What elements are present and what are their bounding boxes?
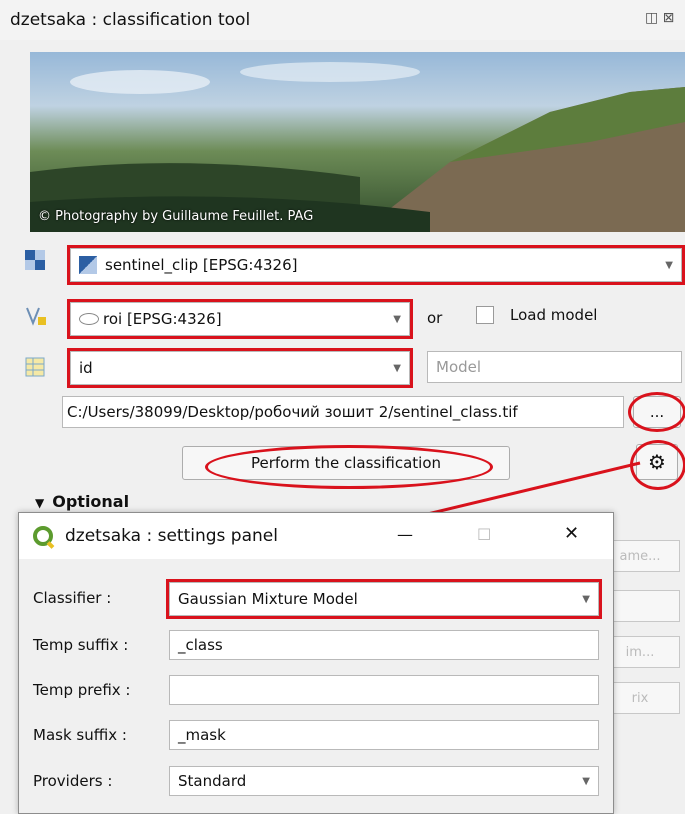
table-icon: [25, 357, 45, 377]
temp-suffix-label: Temp suffix :: [33, 636, 129, 654]
or-label: or: [427, 309, 443, 327]
chevron-down-icon: ▼: [582, 593, 590, 605]
classifier-label: Classifier :: [33, 589, 112, 607]
expand-arrow-icon: ▼: [35, 496, 45, 510]
chevron-down-icon: ▼: [582, 775, 590, 787]
mask-suffix-value: _mask: [178, 726, 226, 744]
banner-photo: © Photography by Guillaume Feuillet. PAG: [30, 52, 685, 232]
photo-credit: © Photography by Guillaume Feuillet. PAG: [38, 209, 314, 224]
vector-layer-icon: [25, 305, 47, 327]
chevron-down-icon: ▼: [665, 259, 673, 271]
qgis-logo-icon: [33, 526, 53, 546]
model-placeholder: Model: [436, 358, 482, 376]
output-path-value: C:/Users/38099/Desktop/робочий зошит 2/s…: [67, 403, 518, 421]
mask-suffix-row: Mask suffix : _mask: [19, 715, 613, 755]
settings-dialog: dzetsaka : settings panel — ☐ ✕ Classifi…: [18, 512, 614, 814]
providers-combo[interactable]: Standard ▼: [169, 766, 599, 796]
temp-suffix-input[interactable]: _class: [169, 630, 599, 660]
polygon-icon: [79, 313, 99, 325]
temp-suffix-value: _class: [178, 636, 223, 654]
dock-controls-icon[interactable]: ◫ ⊠: [645, 10, 674, 26]
temp-prefix-label: Temp prefix :: [33, 681, 131, 699]
optional-section-header[interactable]: ▼ Optional: [35, 492, 129, 511]
mask-suffix-label: Mask suffix :: [33, 726, 127, 744]
chevron-down-icon: ▼: [393, 313, 401, 325]
providers-value: Standard: [178, 772, 247, 790]
field-value: id: [79, 359, 93, 377]
dialog-title: dzetsaka : settings panel: [65, 526, 278, 546]
providers-label: Providers :: [33, 772, 113, 790]
roi-layer-combo[interactable]: roi [EPSG:4326] ▼: [67, 299, 413, 339]
optional-label: Optional: [52, 492, 130, 511]
classifier-combo[interactable]: Gaussian Mixture Model ▼: [166, 579, 602, 619]
load-model-label[interactable]: Load model: [510, 306, 597, 324]
landscape-illustration: [30, 62, 685, 232]
roi-layer-value: roi [EPSG:4326]: [103, 310, 222, 328]
raster-layer-value: sentinel_clip [EPSG:4326]: [105, 256, 298, 274]
browse-highlight: [628, 392, 685, 432]
providers-row: Providers : Standard ▼: [19, 761, 613, 801]
field-combo[interactable]: id ▼: [67, 348, 413, 388]
raster-layer-combo[interactable]: sentinel_clip [EPSG:4326] ▼: [67, 245, 685, 285]
maximize-icon[interactable]: ☐: [477, 525, 491, 544]
load-model-checkbox[interactable]: [476, 306, 494, 324]
raster-layer-icon: [25, 250, 45, 270]
classifier-value: Gaussian Mixture Model: [178, 590, 358, 608]
dialog-titlebar: dzetsaka : settings panel — ☐ ✕: [19, 513, 613, 559]
temp-suffix-row: Temp suffix : _class: [19, 625, 613, 665]
minimize-icon[interactable]: —: [397, 525, 413, 544]
temp-prefix-row: Temp prefix :: [19, 670, 613, 710]
output-path-input[interactable]: C:/Users/38099/Desktop/робочий зошит 2/s…: [62, 396, 624, 428]
mask-suffix-input[interactable]: _mask: [169, 720, 599, 750]
classifier-row: Classifier : Gaussian Mixture Model ▼: [19, 578, 613, 619]
chevron-down-icon: ▼: [393, 362, 401, 374]
raster-icon: [79, 256, 97, 274]
close-icon[interactable]: ✕: [564, 523, 579, 544]
temp-prefix-input[interactable]: [169, 675, 599, 705]
window-title: dzetsaka : classification tool: [10, 10, 251, 30]
model-input[interactable]: Model: [427, 351, 682, 383]
